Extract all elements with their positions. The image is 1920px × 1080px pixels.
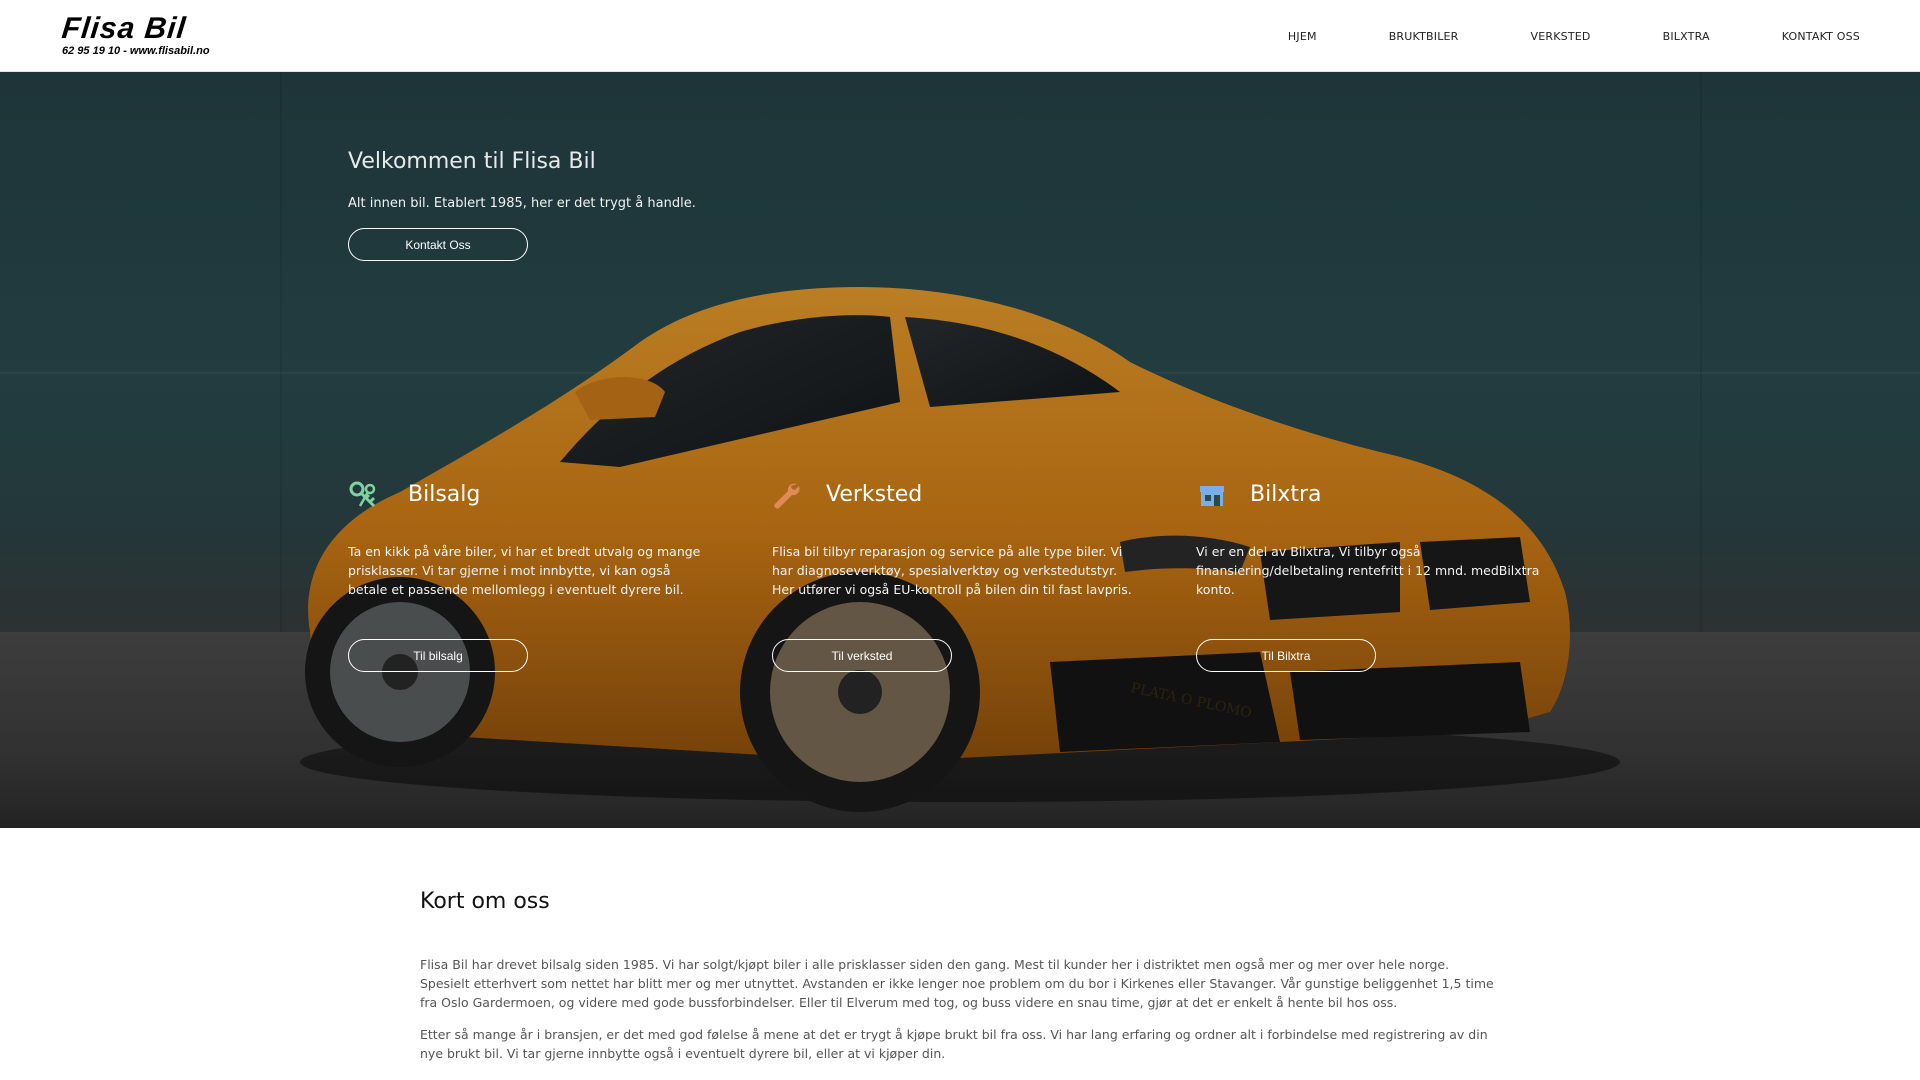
kontakt-oss-button[interactable]: Kontakt Oss (348, 228, 528, 261)
hero-subtitle: Alt innen bil. Etablert 1985, her er det… (348, 196, 696, 211)
about-paragraph: Etter så mange år i bransjen, er det med… (420, 1027, 1488, 1061)
wrench-icon (771, 480, 803, 512)
card-text-bilsalg: Ta en kikk på våre biler, vi har et bred… (348, 544, 701, 597)
card-title-bilxtra: Bilxtra (1250, 482, 1322, 507)
site-header: Flisa Bil 62 95 19 10 - www.flisabil.no … (0, 0, 1920, 72)
card-title-bilsalg: Bilsalg (408, 482, 481, 507)
hero-overlay (0, 72, 1920, 828)
about-paragraph: Flisa Bil har drevet bilsalg siden 1985.… (420, 957, 1494, 1010)
nav-item-bruktbiler[interactable]: BRUKTBILER (1389, 30, 1459, 43)
main-nav: HJEM BRUKTBILER VERKSTED BILXTRA KONTAKT… (1216, 0, 1860, 72)
logo-subtitle: 62 95 19 10 - www.flisabil.no (62, 45, 210, 57)
card-text-verksted: Flisa bil tilbyr reparasjon og service p… (772, 544, 1132, 597)
logo[interactable]: Flisa Bil 62 95 19 10 - www.flisabil.no (60, 12, 210, 58)
about-title: Kort om oss (420, 889, 550, 914)
hero-title: Velkommen til Flisa Bil (348, 149, 596, 174)
til-bilxtra-button[interactable]: Til Bilxtra (1196, 639, 1376, 672)
card-text-bilxtra: Vi er en del av Bilxtra, Vi tilbyr også … (1196, 544, 1540, 597)
store-icon (1196, 480, 1228, 512)
hero-section: PLATA O PLOMO Velkommen til Flisa Bil Al… (0, 72, 1920, 828)
til-bilsalg-button[interactable]: Til bilsalg (348, 639, 528, 672)
til-verksted-button[interactable]: Til verksted (772, 639, 952, 672)
nav-item-bilxtra[interactable]: BILXTRA (1663, 30, 1710, 43)
car-keys-icon (348, 480, 380, 512)
nav-item-verksted[interactable]: VERKSTED (1531, 30, 1591, 43)
nav-item-kontakt-oss[interactable]: KONTAKT OSS (1782, 30, 1860, 43)
card-title-verksted: Verksted (826, 482, 923, 507)
logo-title: Flisa Bil (60, 12, 188, 45)
nav-item-hjem[interactable]: HJEM (1288, 30, 1317, 43)
